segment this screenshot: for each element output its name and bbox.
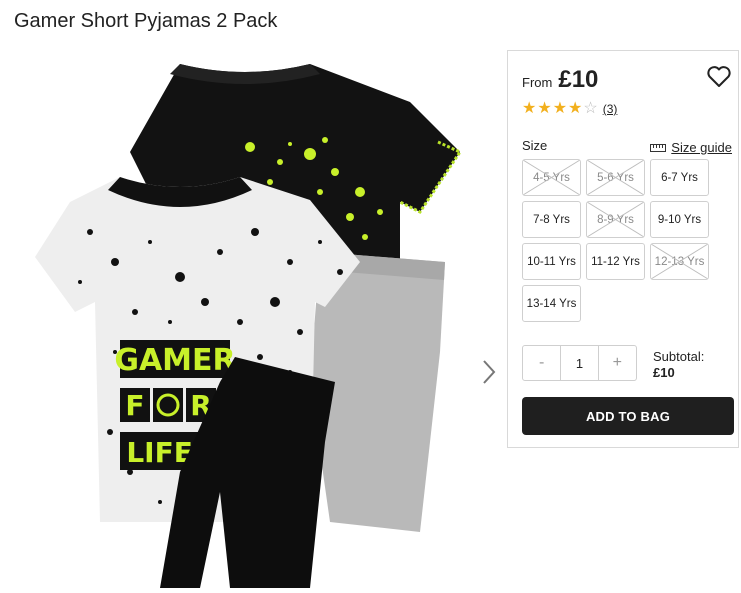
size-option-label: 13-14 Yrs (526, 297, 577, 310)
size-option-label: 9-10 Yrs (657, 213, 702, 226)
quantity-stepper: - 1 + (522, 345, 637, 381)
ruler-icon (650, 143, 667, 152)
size-option-label: 4-5 Yrs (533, 171, 570, 184)
star-icon: ★ (537, 100, 552, 117)
size-option-label: 8-9 Yrs (597, 213, 634, 226)
subtotal: Subtotal: £10 (653, 349, 704, 381)
size-option-label: 10-11 Yrs (527, 255, 576, 268)
size-option[interactable]: 5-6 Yrs (586, 159, 645, 196)
review-count-link[interactable]: (3) (603, 102, 618, 116)
print-f: F (125, 389, 144, 422)
next-image-arrow[interactable] (478, 358, 500, 386)
purchase-panel: From £10 ★ ★ ★ ★ ☆ (3) Size Size guide 4… (507, 50, 739, 448)
size-option-label: 6-7 Yrs (661, 171, 698, 184)
size-option[interactable]: 8-9 Yrs (586, 201, 645, 238)
size-option[interactable]: 10-11 Yrs (522, 243, 581, 280)
chevron-right-icon[interactable] (478, 358, 500, 386)
product-image[interactable]: GAMER F R LIFE! (20, 52, 480, 588)
size-guide-label: Size guide (671, 140, 732, 155)
page-title: Gamer Short Pyjamas 2 Pack (14, 10, 278, 32)
quantity-decrease-button[interactable]: - (523, 346, 560, 380)
subtotal-label: Subtotal: (653, 349, 705, 364)
size-option[interactable]: 6-7 Yrs (650, 159, 709, 196)
star-icon: ★ (568, 100, 583, 117)
wishlist-button[interactable] (706, 65, 732, 89)
subtotal-value: £10 (653, 365, 675, 380)
size-label: Size (522, 138, 548, 153)
from-label: From (522, 75, 553, 90)
price: £10 (558, 66, 599, 93)
size-option[interactable]: 12-13 Yrs (650, 243, 709, 280)
star-icon: ★ (522, 100, 537, 117)
quantity-increase-button[interactable]: + (599, 346, 636, 380)
size-guide-link[interactable]: Size guide (650, 140, 732, 155)
size-option-label: 5-6 Yrs (597, 171, 634, 184)
star-icon: ★ (552, 100, 568, 117)
size-option[interactable]: 11-12 Yrs (586, 243, 645, 280)
size-option[interactable]: 9-10 Yrs (650, 201, 709, 238)
heart-icon (707, 66, 731, 87)
print-gamer: GAMER (114, 343, 235, 378)
price-row: From £10 (522, 66, 598, 94)
star-empty-icon: ☆ (583, 100, 598, 117)
size-option[interactable]: 4-5 Yrs (522, 159, 581, 196)
rating: ★ ★ ★ ★ ☆ (3) (522, 101, 617, 117)
size-option[interactable]: 13-14 Yrs (522, 285, 581, 322)
size-options: 4-5 Yrs 5-6 Yrs 6-7 Yrs 7-8 Yrs 8-9 Yrs 9-10 … (522, 159, 726, 322)
size-option-label: 11-12 Yrs (591, 255, 640, 268)
quantity-input[interactable]: 1 (560, 346, 599, 380)
size-option-label: 7-8 Yrs (533, 213, 570, 226)
add-to-bag-button[interactable]: ADD TO BAG (522, 397, 734, 435)
size-option-label: 12-13 Yrs (654, 255, 705, 268)
size-option[interactable]: 7-8 Yrs (522, 201, 581, 238)
